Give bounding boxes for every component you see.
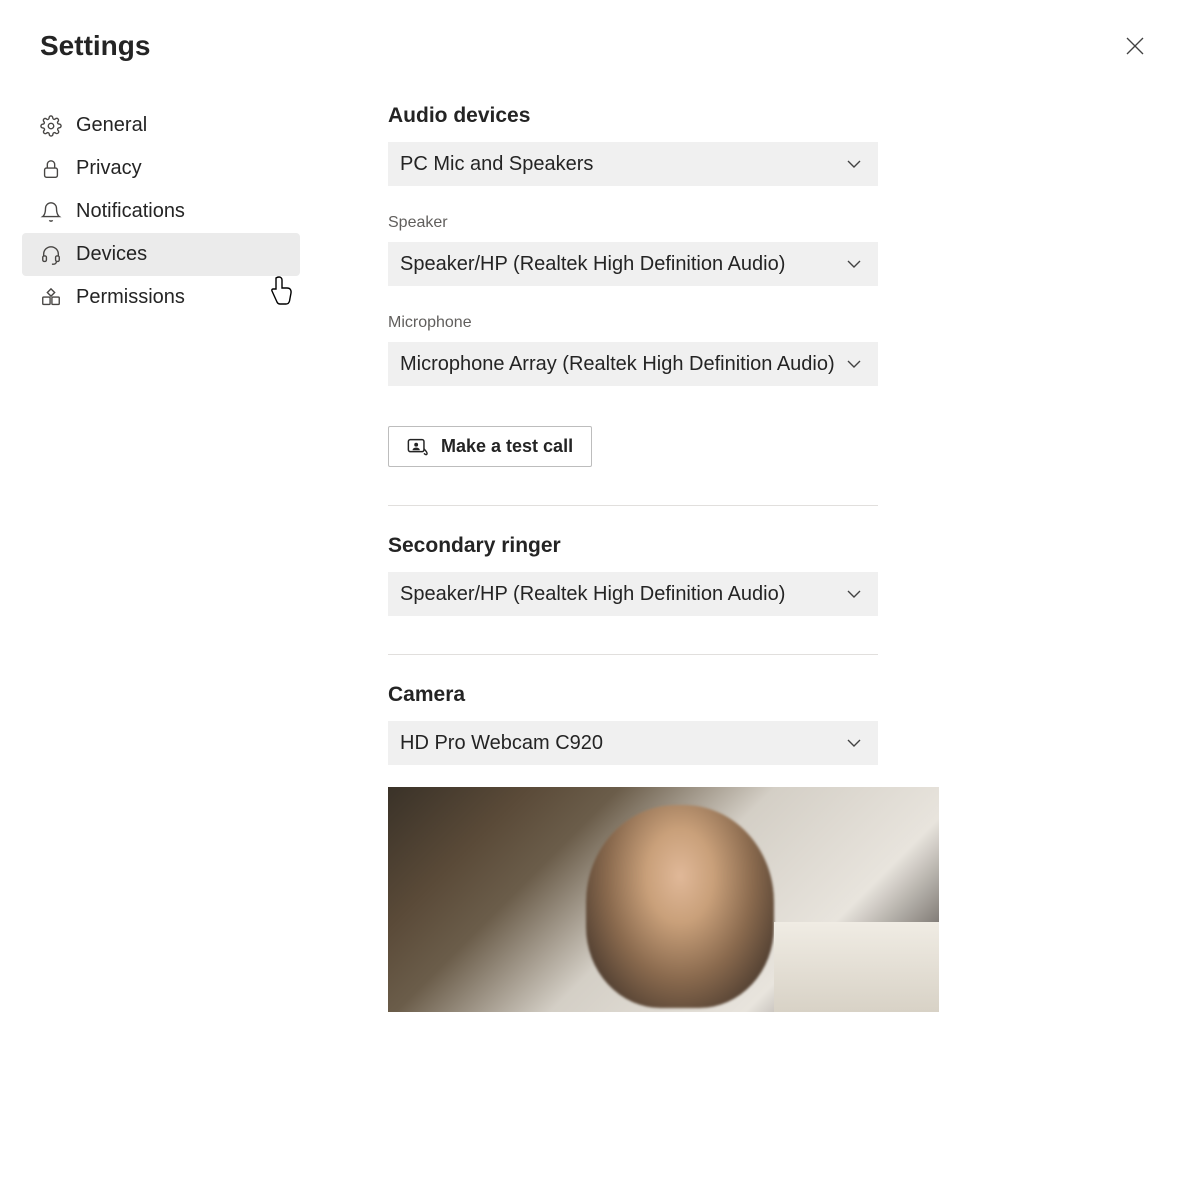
main-content: Audio devices PC Mic and Speakers Speake… (300, 82, 938, 1012)
dropdown-value: Speaker/HP (Realtek High Definition Audi… (400, 583, 785, 606)
microphone-dropdown[interactable]: Microphone Array (Realtek High Definitio… (388, 342, 878, 386)
button-label: Make a test call (441, 436, 573, 457)
apps-icon (40, 287, 62, 309)
audio-devices-title: Audio devices (388, 104, 878, 128)
make-test-call-button[interactable]: Make a test call (388, 426, 592, 467)
sidebar-item-label: General (76, 114, 147, 137)
dropdown-value: Microphone Array (Realtek High Definitio… (400, 353, 835, 376)
speaker-dropdown[interactable]: Speaker/HP (Realtek High Definition Audi… (388, 242, 878, 286)
chevron-down-icon (846, 156, 862, 172)
sidebar: General Privacy Notifications Devices (22, 82, 300, 1012)
sidebar-item-devices[interactable]: Devices (22, 233, 300, 276)
sidebar-item-label: Devices (76, 243, 147, 266)
camera-preview (388, 787, 939, 1012)
dropdown-value: PC Mic and Speakers (400, 153, 593, 176)
close-icon (1123, 34, 1147, 58)
page-title: Settings (40, 30, 150, 62)
microphone-label: Microphone (388, 314, 878, 332)
chevron-down-icon (846, 735, 862, 751)
sidebar-item-general[interactable]: General (22, 104, 300, 147)
secondary-ringer-dropdown[interactable]: Speaker/HP (Realtek High Definition Audi… (388, 572, 878, 616)
dropdown-value: HD Pro Webcam C920 (400, 732, 603, 755)
dropdown-value: Speaker/HP (Realtek High Definition Audi… (400, 253, 785, 276)
sidebar-item-privacy[interactable]: Privacy (22, 147, 300, 190)
sidebar-item-label: Notifications (76, 200, 185, 223)
sidebar-item-label: Permissions (76, 286, 185, 309)
camera-title: Camera (388, 683, 878, 707)
audio-device-dropdown[interactable]: PC Mic and Speakers (388, 142, 878, 186)
dialog-header: Settings (0, 0, 1189, 82)
chevron-down-icon (846, 256, 862, 272)
bell-icon (40, 201, 62, 223)
headset-icon (40, 244, 62, 266)
sidebar-item-permissions[interactable]: Permissions (22, 276, 300, 319)
secondary-ringer-title: Secondary ringer (388, 534, 878, 558)
chevron-down-icon (846, 356, 862, 372)
close-button[interactable] (1123, 34, 1147, 58)
sidebar-item-label: Privacy (76, 157, 142, 180)
test-call-icon (407, 437, 429, 457)
section-divider (388, 505, 878, 506)
speaker-label: Speaker (388, 214, 878, 232)
lock-icon (40, 158, 62, 180)
camera-dropdown[interactable]: HD Pro Webcam C920 (388, 721, 878, 765)
sidebar-item-notifications[interactable]: Notifications (22, 190, 300, 233)
gear-icon (40, 115, 62, 137)
section-divider (388, 654, 878, 655)
chevron-down-icon (846, 586, 862, 602)
